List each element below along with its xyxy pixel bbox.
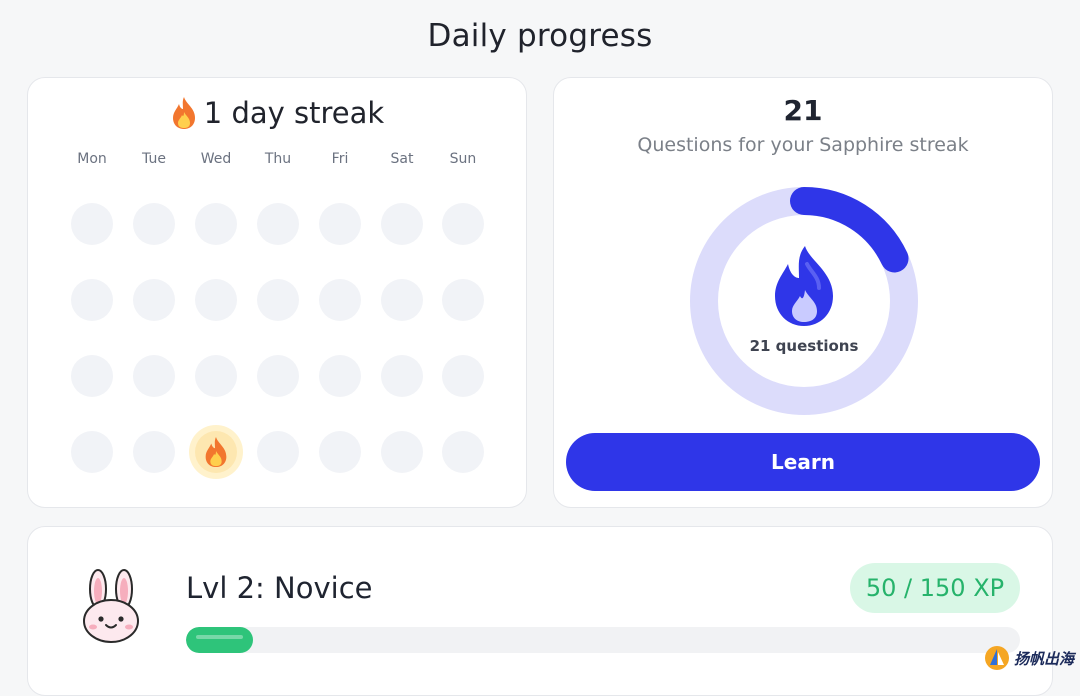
streak-day [381, 355, 423, 397]
streak-day [133, 279, 175, 321]
level-card: Lvl 2: Novice 50 / 150 XP [27, 526, 1053, 696]
learn-button[interactable]: Learn [566, 433, 1040, 491]
streak-day-active [195, 431, 237, 473]
streak-day [442, 203, 484, 245]
weekday-label-sun: Sun [449, 151, 477, 167]
streak-day [381, 203, 423, 245]
streak-day [319, 431, 361, 473]
streak-day [133, 431, 175, 473]
streak-day [71, 279, 113, 321]
watermark: 扬帆出海 [984, 645, 1074, 671]
streak-day [257, 279, 299, 321]
question-count: 21 [783, 94, 823, 127]
sapphire-card: 21 Questions for your Sapphire streak 21… [553, 77, 1053, 508]
progress-ring: 21 questions [689, 186, 919, 416]
streak-day [195, 279, 237, 321]
streak-day [381, 279, 423, 321]
streak-day [257, 431, 299, 473]
weekday-label-tue: Tue [142, 151, 166, 167]
fire-icon [172, 97, 195, 129]
page-title: Daily progress [427, 18, 653, 54]
streak-day [195, 203, 237, 245]
streak-day [71, 203, 113, 245]
level-title: Lvl 2: Novice [186, 571, 373, 605]
streak-day [71, 431, 113, 473]
streak-day [442, 431, 484, 473]
streak-day [319, 279, 361, 321]
xp-badge: 50 / 150 XP [850, 563, 1020, 613]
streak-day [195, 355, 237, 397]
bunny-avatar-icon [83, 569, 139, 643]
streak-day [442, 355, 484, 397]
xp-progress-bar [186, 627, 1020, 653]
streak-day [442, 279, 484, 321]
streak-day [381, 431, 423, 473]
streak-day [133, 203, 175, 245]
fire-icon [205, 436, 227, 468]
streak-day [257, 355, 299, 397]
streak-day [71, 355, 113, 397]
weekday-label-thu: Thu [264, 151, 292, 167]
weekday-label-wed: Wed [200, 151, 232, 167]
streak-day [257, 203, 299, 245]
weekday-label-fri: Fri [331, 151, 349, 167]
xp-progress-fill [186, 627, 254, 653]
streak-day [133, 355, 175, 397]
streak-day [319, 355, 361, 397]
watermark-text: 扬帆出海 [1013, 649, 1074, 668]
streak-day [319, 203, 361, 245]
sapphire-flame-icon [775, 246, 833, 326]
weekday-label-mon: Mon [77, 151, 107, 167]
streak-header: 1 day streak [28, 96, 526, 130]
weekday-label-sat: Sat [390, 151, 414, 167]
streak-card: 1 day streak Mon Tue Wed Thu Fri Sat Sun [27, 77, 527, 508]
sail-logo-icon [984, 646, 1009, 670]
sapphire-subtitle: Questions for your Sapphire streak [637, 134, 969, 156]
streak-title: 1 day streak [203, 96, 385, 130]
ring-label: 21 questions [749, 337, 859, 355]
